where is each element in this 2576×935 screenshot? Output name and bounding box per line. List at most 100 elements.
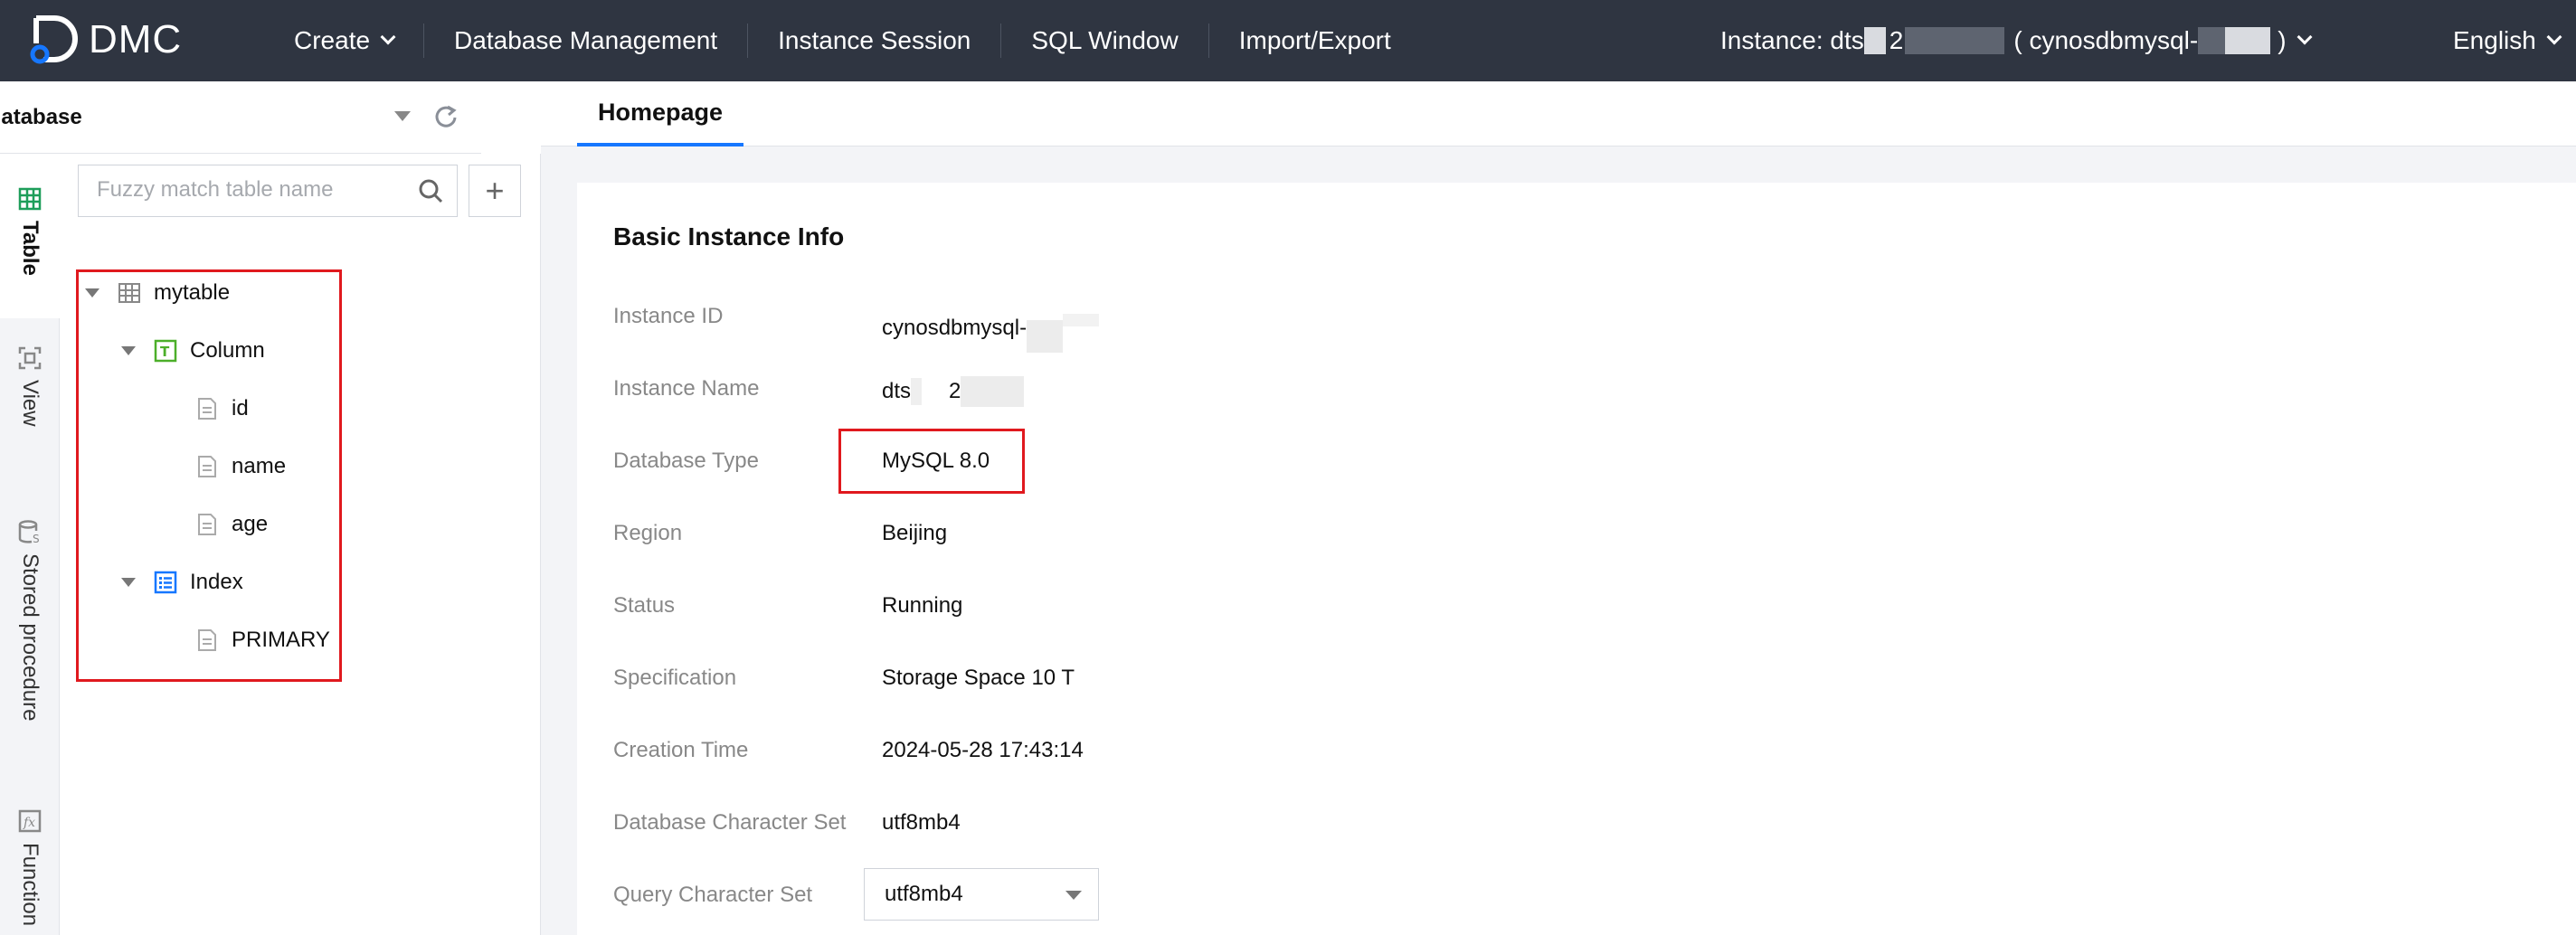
tree-node-column[interactable]: age	[195, 506, 268, 543]
language-selector[interactable]: English	[2453, 0, 2562, 81]
table-search-input[interactable]	[97, 165, 404, 214]
tree-node-index-label: PRIMARY	[232, 628, 330, 652]
nav-database-management[interactable]: Database Management	[423, 24, 747, 58]
document-icon	[198, 514, 216, 535]
search-icon[interactable]	[417, 177, 444, 204]
caret-down-icon[interactable]	[121, 578, 136, 587]
rail-tab-view-label: View	[18, 380, 43, 427]
refresh-icon[interactable]	[432, 103, 459, 130]
instance-info-card	[577, 183, 2576, 935]
rail-tab-function-label: Function	[18, 843, 43, 927]
info-value-creation-time: 2024-05-28 17:43:14	[882, 738, 1084, 762]
redacted-block	[1063, 314, 1100, 326]
chevron-down-icon	[2546, 29, 2562, 45]
column-icon: T	[154, 339, 177, 363]
chevron-down-icon	[380, 29, 396, 45]
svg-text:S: S	[33, 533, 40, 544]
nav-sql-window-label: SQL Window	[1031, 26, 1179, 54]
rail-tab-table[interactable]: Table	[0, 154, 60, 318]
info-label-query-charset: Query Character Set	[613, 883, 813, 907]
dmc-logo-icon	[30, 15, 78, 64]
database-selector-bar: mydatabase	[0, 81, 481, 154]
tree-node-table-label: mytable	[154, 280, 231, 305]
info-label-instance-name: Instance Name	[613, 376, 760, 401]
tree-node-column-label: id	[232, 396, 249, 420]
rail-tab-table-label: Table	[18, 221, 43, 276]
redacted-block	[1905, 27, 2005, 54]
nav-import-export-label: Import/Export	[1238, 26, 1391, 54]
database-name[interactable]: mydatabase	[0, 105, 82, 130]
instance-paren-close: )	[2278, 26, 2287, 54]
nav-create[interactable]: Create	[264, 24, 423, 58]
redacted-block	[911, 378, 923, 405]
tree-node-index[interactable]: PRIMARY	[195, 622, 330, 658]
tree-node-column-label: age	[232, 512, 269, 536]
tree-node-column-group[interactable]: T Column	[121, 333, 265, 369]
info-label-creation-time: Creation Time	[613, 738, 749, 762]
tree-node-index-group-label: Index	[190, 570, 243, 594]
redacted-block	[961, 376, 1025, 407]
index-icon	[154, 571, 177, 594]
add-table-button[interactable]: +	[469, 165, 521, 217]
table-search-box	[78, 165, 458, 217]
query-charset-value: utf8mb4	[885, 882, 963, 906]
language-label: English	[2453, 26, 2536, 54]
tree-node-column-label: name	[232, 454, 287, 478]
instance-prefix: Instance: dts	[1720, 26, 1864, 54]
query-charset-select[interactable]: utf8mb4	[864, 868, 1099, 921]
nav-database-management-label: Database Management	[454, 26, 718, 54]
info-value-status: Running	[882, 593, 963, 618]
document-icon	[198, 629, 216, 651]
main-menu: Create Database Management Instance Sess…	[264, 0, 1421, 81]
nav-sql-window[interactable]: SQL Window	[1000, 24, 1208, 58]
tree-node-column-group-label: Column	[190, 338, 265, 363]
caret-down-icon[interactable]	[85, 288, 99, 298]
info-label-specification: Specification	[613, 666, 737, 690]
info-value-instance-name: dts 2	[882, 376, 1025, 407]
rail-tab-stored-procedure-label: Stored procedure	[18, 553, 43, 722]
instance-selector[interactable]: Instance: dts 2 ( cynosdbmysql- )	[1720, 0, 2313, 81]
table-icon	[118, 283, 140, 303]
caret-down-icon[interactable]	[394, 111, 411, 121]
rail-tab-stored-procedure[interactable]: S Stored procedure	[0, 519, 60, 727]
info-value-instance-id: cynosdbmysql-	[882, 304, 1100, 353]
info-value-database-type: MySQL 8.0	[882, 449, 990, 473]
redacted-block	[1863, 27, 1886, 54]
object-type-rail: Table View S Stored procedure fx Functio…	[0, 154, 60, 935]
redacted-block	[2198, 27, 2226, 54]
nav-create-label: Create	[294, 26, 371, 54]
rail-tab-function[interactable]: fx Function	[0, 808, 60, 935]
nav-instance-session[interactable]: Instance Session	[747, 24, 1000, 58]
instance-paren-open: ( cynosdbmysql-	[2013, 26, 2199, 54]
tab-homepage[interactable]: Homepage	[577, 81, 743, 146]
info-value-specification: Storage Space 10 T	[882, 666, 1075, 690]
instance-id-text: cynosdbmysql-	[882, 316, 1028, 340]
info-value-database-charset: utf8mb4	[882, 810, 961, 835]
document-icon	[198, 398, 216, 420]
logo-text: DMC	[89, 17, 183, 61]
instance-mid: 2	[1889, 26, 1904, 54]
document-icon	[198, 456, 216, 477]
redacted-block	[2225, 27, 2271, 54]
info-label-database-charset: Database Character Set	[613, 810, 847, 835]
function-icon: fx	[18, 809, 42, 833]
info-label-region: Region	[613, 521, 683, 545]
info-label-status: Status	[613, 593, 676, 618]
nav-instance-session-label: Instance Session	[778, 26, 971, 54]
rail-tab-view[interactable]: View	[0, 345, 60, 454]
dmc-logo[interactable]: DMC	[27, 11, 182, 69]
redacted-block	[1027, 320, 1064, 353]
tree-node-index-group[interactable]: Index	[121, 564, 243, 600]
caret-down-icon[interactable]	[121, 346, 136, 355]
tree-node-column[interactable]: id	[195, 391, 249, 427]
nav-import-export[interactable]: Import/Export	[1208, 24, 1421, 58]
tree-node-column[interactable]: name	[195, 449, 286, 485]
tree-node-table[interactable]: mytable	[85, 275, 230, 311]
caret-down-icon	[1065, 891, 1082, 900]
stored-procedure-icon: S	[18, 520, 40, 544]
view-icon	[18, 346, 42, 370]
top-navigation-bar: DMC Create Database Management Instance …	[0, 0, 2576, 81]
info-value-region: Beijing	[882, 521, 948, 545]
card-title: Basic Instance Info	[613, 222, 845, 250]
instance-name-text: dts	[882, 379, 912, 403]
